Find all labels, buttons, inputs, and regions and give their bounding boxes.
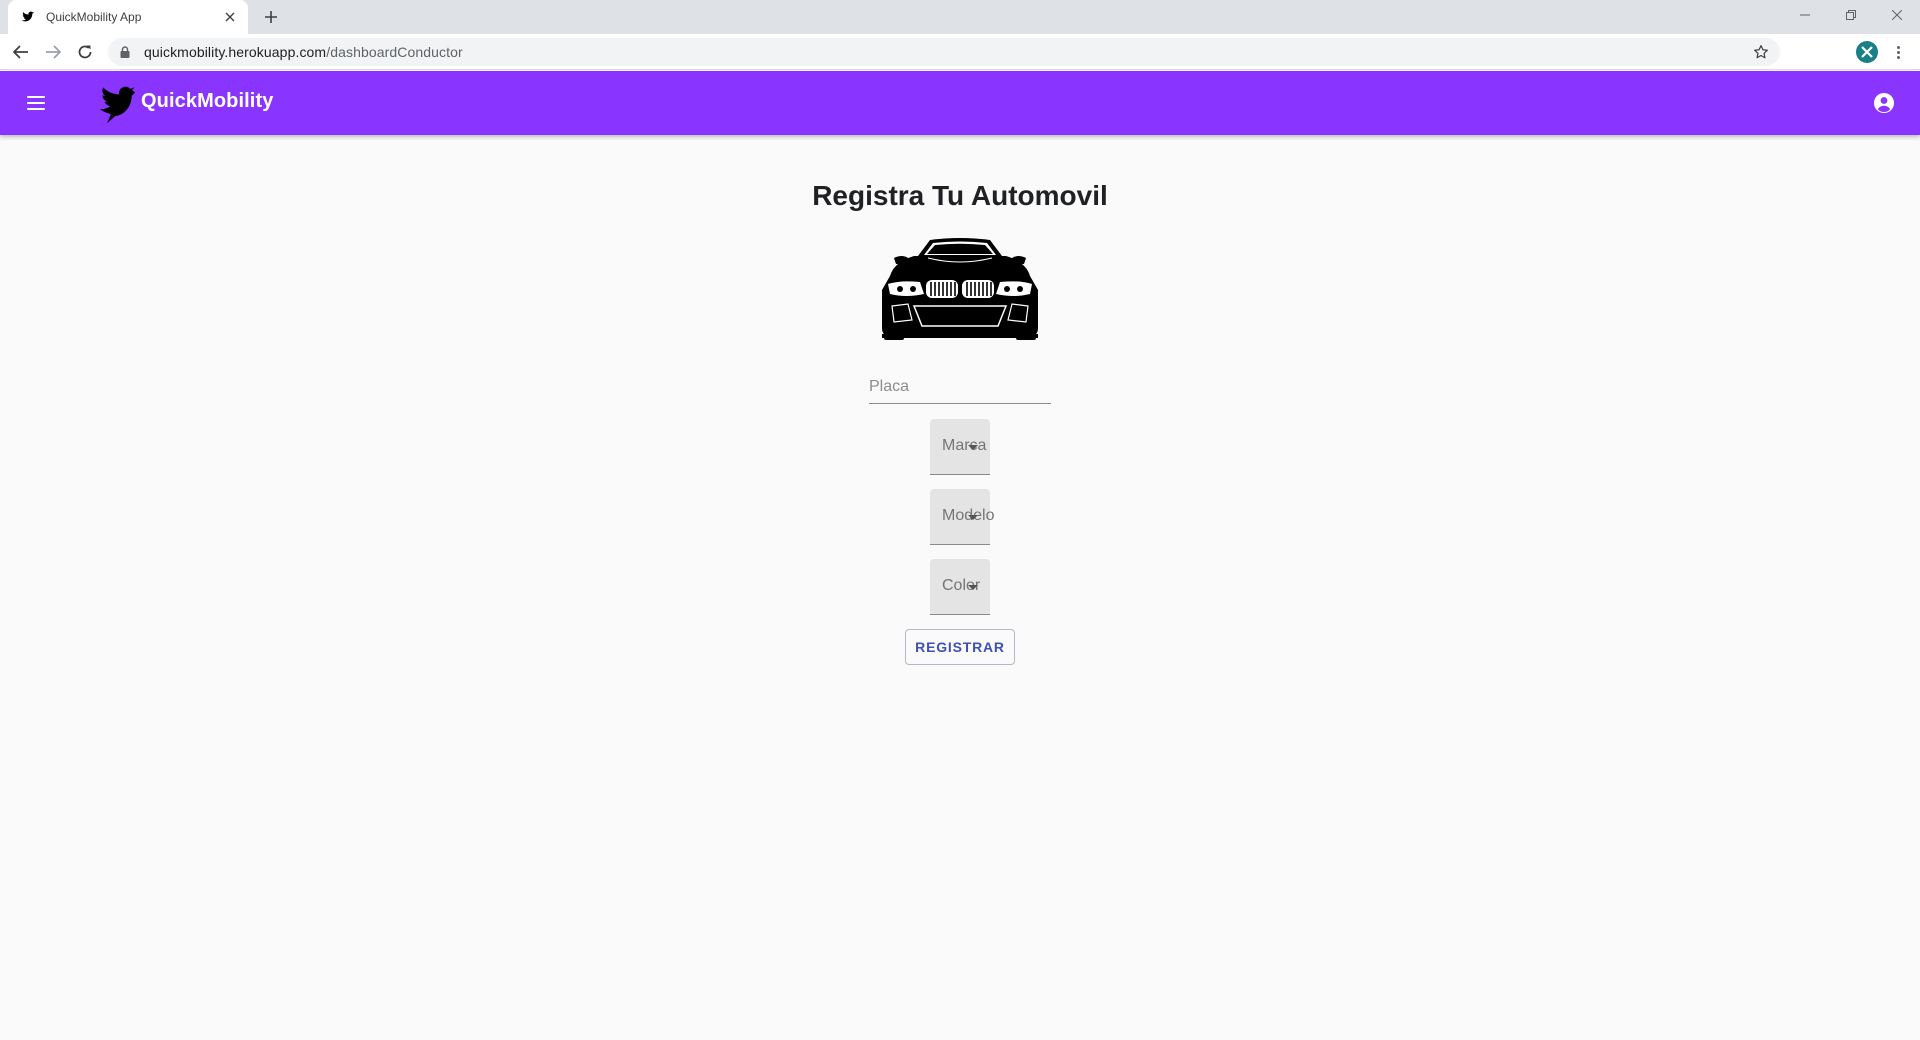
extension-icon[interactable] bbox=[1856, 41, 1878, 63]
brand-name[interactable]: QuickMobility bbox=[141, 90, 273, 113]
browser-tabstrip: QuickMobility App bbox=[0, 0, 1920, 34]
bird-favicon-icon bbox=[20, 9, 36, 25]
chevron-down-icon bbox=[968, 445, 978, 450]
lock-icon bbox=[120, 45, 134, 59]
address-bar[interactable]: quickmobility.herokuapp.com/dashboardCon… bbox=[108, 38, 1780, 66]
forward-arrow-icon[interactable] bbox=[41, 40, 65, 64]
back-arrow-icon[interactable] bbox=[9, 40, 33, 64]
placa-input[interactable] bbox=[869, 372, 1051, 402]
chevron-down-icon bbox=[968, 515, 978, 520]
app-bar: QuickMobility bbox=[0, 71, 1920, 135]
window-minimize-icon[interactable] bbox=[1782, 0, 1828, 30]
marca-select[interactable]: Marca bbox=[930, 419, 990, 475]
marca-select-label: Marca bbox=[942, 437, 987, 454]
reload-icon[interactable] bbox=[73, 40, 97, 64]
new-tab-button[interactable] bbox=[260, 6, 282, 28]
car-front-image bbox=[882, 238, 1038, 340]
tab-title: QuickMobility App bbox=[46, 10, 142, 24]
browser-menu-icon[interactable] bbox=[1888, 41, 1908, 63]
modelo-select[interactable]: Modelo bbox=[930, 489, 994, 545]
color-select[interactable]: Color bbox=[930, 559, 990, 615]
window-restore-icon[interactable] bbox=[1828, 0, 1874, 30]
placa-field bbox=[869, 372, 1051, 404]
browser-toolbar: quickmobility.herokuapp.com/dashboardCon… bbox=[0, 34, 1920, 70]
window-close-icon[interactable] bbox=[1874, 0, 1920, 30]
browser-tab[interactable]: QuickMobility App bbox=[8, 0, 248, 34]
page-title: Registra Tu Automovil bbox=[812, 180, 1108, 211]
url-text: quickmobility.herokuapp.com/dashboardCon… bbox=[144, 44, 463, 60]
url-host: quickmobility.herokuapp.com bbox=[144, 44, 327, 60]
bird-logo-icon bbox=[100, 86, 135, 124]
tab-close-icon[interactable] bbox=[222, 9, 238, 25]
hamburger-menu-icon[interactable] bbox=[24, 91, 48, 115]
bookmark-star-icon[interactable] bbox=[1752, 43, 1770, 61]
chevron-down-icon bbox=[968, 585, 978, 590]
registrar-button[interactable]: REGISTRAR bbox=[905, 629, 1015, 665]
account-circle-icon[interactable] bbox=[1872, 91, 1896, 115]
url-path: /dashboardConductor bbox=[326, 44, 463, 60]
